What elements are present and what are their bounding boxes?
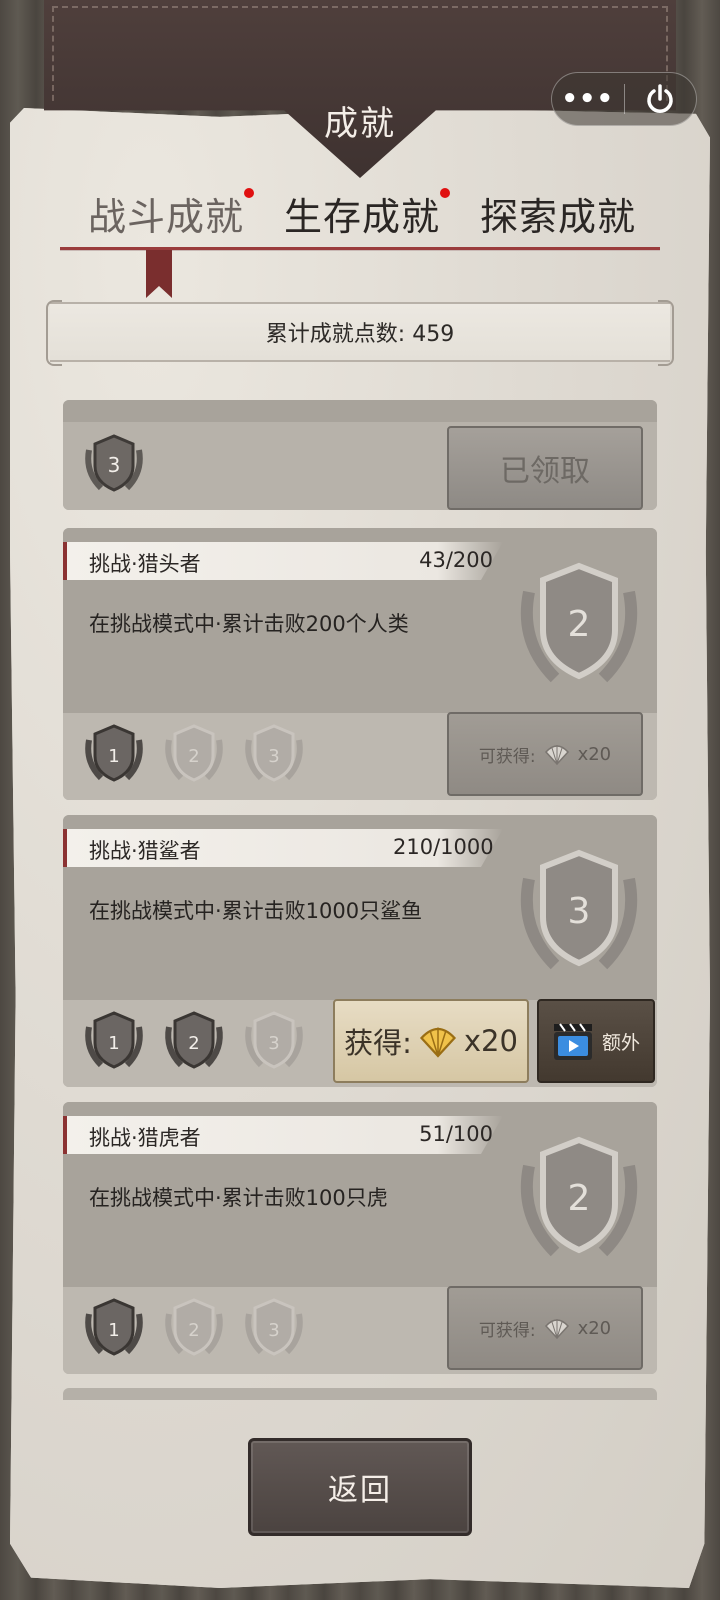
back-button[interactable]: 返回 <box>248 1438 472 1536</box>
tab-combat-label: 战斗成就 <box>88 195 245 239</box>
achievement-card: 挑战·猎鲨者 210/1000 在挑战模式中·累计击败1000只鲨鱼 3 1 2… <box>63 815 657 1087</box>
tier-badge-icon: 3 <box>245 1011 303 1069</box>
shell-icon <box>544 1319 569 1340</box>
big-badge-icon: 3 <box>520 849 638 970</box>
achievement-card: 挑战·猎虎者 51/100 在挑战模式中·累计击败100只虎 2 1 2 3 可… <box>63 1102 657 1374</box>
tab-explore-label: 探索成就 <box>480 195 637 239</box>
achievement-points-banner: 累计成就点数: 459 <box>46 300 674 366</box>
achievement-description: 在挑战模式中·累计击败100只虎 <box>89 1186 388 1210</box>
tier-badge-icon: 2 <box>165 1298 223 1356</box>
achievement-progress: 43/200 <box>419 548 493 572</box>
svg-text:2: 2 <box>568 604 591 645</box>
badge-tiers: 1 2 3 <box>81 1005 307 1075</box>
tier-badge-icon: 2 <box>165 1011 223 1069</box>
achievement-progress: 210/1000 <box>393 835 494 859</box>
claim-reward-button[interactable]: 获得: x20 <box>333 999 529 1083</box>
golden-shell-icon <box>419 1027 456 1058</box>
claimed-button[interactable]: 已领取 <box>447 426 643 510</box>
svg-text:1: 1 <box>108 1033 119 1054</box>
achievement-title: 挑战·猎头者 <box>89 552 201 576</box>
tab-survival-label: 生存成就 <box>284 195 441 239</box>
power-icon[interactable] <box>625 83 697 115</box>
svg-text:3: 3 <box>268 746 279 767</box>
badge-level-3-icon: 3 <box>85 434 143 492</box>
tier-badge-icon: 2 <box>165 724 223 782</box>
achievement-title: 挑战·猎鲨者 <box>89 839 201 863</box>
tab-survival[interactable]: 生存成就 <box>284 186 451 241</box>
svg-text:2: 2 <box>188 1033 199 1054</box>
svg-text:3: 3 <box>268 1320 279 1341</box>
achievement-description: 在挑战模式中·累计击败200个人类 <box>89 612 409 636</box>
achievement-card: 3 已领取 <box>63 400 657 510</box>
watch-video-bonus-button[interactable]: 额外 <box>537 999 655 1083</box>
svg-text:3: 3 <box>108 453 121 477</box>
achievement-tabs: 战斗成就 生存成就 探索成就 <box>62 186 662 246</box>
tab-explore[interactable]: 探索成就 <box>480 186 636 241</box>
reward-label: 可获得: <box>478 746 536 767</box>
badge-tiers: 1 2 3 <box>81 1292 307 1362</box>
extra-label: 额外 <box>601 1031 640 1054</box>
reward-button[interactable]: 可获得: x20 <box>447 1286 643 1370</box>
reward-label: 获得: <box>344 1026 412 1060</box>
svg-text:1: 1 <box>108 746 119 767</box>
notification-dot <box>244 188 255 198</box>
big-badge-icon: 2 <box>520 1136 638 1257</box>
tab-underline <box>60 247 660 251</box>
reward-count: x20 <box>577 1317 612 1339</box>
card-top-strip <box>63 400 657 422</box>
mini-program-capsule: ••• <box>551 72 697 126</box>
tier-badge-icon: 1 <box>85 724 143 782</box>
achievement-progress: 51/100 <box>419 1122 493 1146</box>
achievement-title: 挑战·猎虎者 <box>89 1126 201 1150</box>
reward-count: x20 <box>463 1024 518 1058</box>
achievement-points-text: 累计成就点数: 459 <box>265 322 455 347</box>
notification-dot <box>440 188 451 198</box>
badge-tiers: 1 2 3 <box>81 718 307 788</box>
svg-text:1: 1 <box>108 1320 119 1341</box>
svg-text:2: 2 <box>188 746 199 767</box>
reward-button[interactable]: 可获得: x20 <box>447 712 643 796</box>
reward-label: 可获得: <box>478 1320 536 1341</box>
tier-badge-icon: 1 <box>85 1011 143 1069</box>
more-dots-icon[interactable]: ••• <box>552 84 624 114</box>
svg-text:3: 3 <box>268 1033 279 1054</box>
reward-count: x20 <box>577 743 612 765</box>
big-badge-icon: 2 <box>520 562 638 683</box>
achievement-card: 挑战·猎头者 43/200 在挑战模式中·累计击败200个人类 2 1 2 3 … <box>63 528 657 800</box>
achievement-description: 在挑战模式中·累计击败1000只鲨鱼 <box>89 899 423 923</box>
video-clapper-icon <box>553 1023 592 1060</box>
tab-combat[interactable]: 战斗成就 <box>88 186 255 241</box>
svg-text:2: 2 <box>568 1178 591 1219</box>
next-card-edge <box>63 1388 657 1400</box>
tier-badge-icon: 3 <box>245 724 303 782</box>
svg-text:2: 2 <box>188 1320 199 1341</box>
tier-badge-icon: 3 <box>245 1298 303 1356</box>
shell-icon <box>544 745 569 766</box>
tier-badge-icon: 1 <box>85 1298 143 1356</box>
banner-ornament <box>46 300 62 366</box>
banner-ornament <box>658 300 674 366</box>
svg-text:3: 3 <box>568 891 591 932</box>
